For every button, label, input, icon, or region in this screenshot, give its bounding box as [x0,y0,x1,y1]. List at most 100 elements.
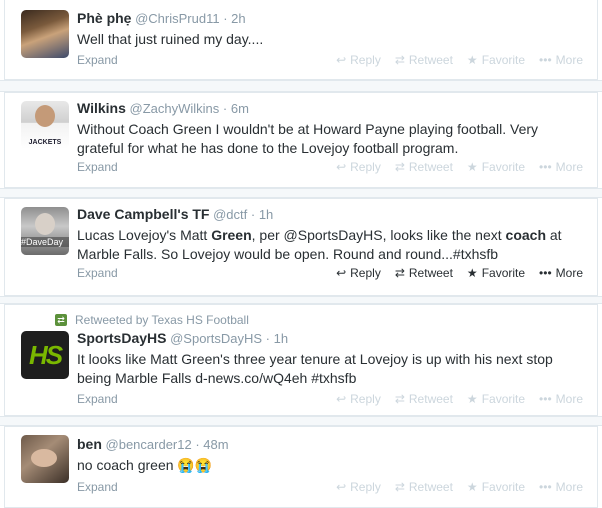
reply-label: Reply [350,392,381,406]
reply-label: Reply [350,266,381,280]
more-button[interactable]: ••• More [539,159,583,175]
tweet-footer: Expand ↩ Reply ⇄ Retweet ★ Favorite ••• More [77,265,583,281]
reply-button[interactable]: ↩ Reply [336,391,381,407]
retweet-badge-icon: ⇄ [55,314,67,326]
more-button[interactable]: ••• More [539,479,583,495]
favorite-button[interactable]: ★ Favorite [467,391,525,407]
username[interactable]: @bencarder12 [106,437,192,452]
reply-button[interactable]: ↩ Reply [336,52,381,68]
tweet-actions: ↩ Reply ⇄ Retweet ★ Favorite ••• More [336,52,583,68]
expand-link[interactable]: Expand [77,52,118,68]
retweet-label: Retweet [408,480,453,494]
timestamp[interactable]: · 1h [266,331,288,346]
reply-button[interactable]: ↩ Reply [336,159,381,175]
tweet-header: Phè phẹ @ChrisPrud11 · 2h [77,9,585,28]
more-label: More [555,480,583,494]
timestamp[interactable]: · 48m [195,437,228,452]
favorite-button[interactable]: ★ Favorite [467,479,525,495]
tweet-header: Dave Campbell's TF @dctf · 1h [77,205,585,224]
retweet-button[interactable]: ⇄ Retweet [395,265,453,281]
more-button[interactable]: ••• More [539,52,583,68]
ellipsis-icon: ••• [539,160,552,174]
favorite-label: Favorite [481,53,526,67]
expand-link[interactable]: Expand [77,265,118,281]
retweeted-by-label[interactable]: Retweeted by Texas HS Football [75,313,249,327]
avatar-logo-text: HS [28,340,63,370]
more-button[interactable]: ••• More [539,265,583,281]
username[interactable]: @ZachyWilkins [130,101,220,116]
text-segment: Lucas Lovejoy's Matt [77,227,212,243]
highlight-keyword: Green [211,227,252,243]
tweet-header: SportsDayHS @SportsDayHS · 1h [77,329,585,348]
retweet-label: Retweet [408,160,453,174]
highlight-keyword: coach [505,227,546,243]
timeline-gap [0,80,602,92]
retweet-label: Retweet [408,266,453,280]
fullname[interactable]: Dave Campbell's TF [77,206,209,222]
tweet-text: Lucas Lovejoy's Matt Green, per @SportsD… [77,226,585,264]
retweet-button[interactable]: ⇄ Retweet [395,159,453,175]
more-button[interactable]: ••• More [539,391,583,407]
fullname[interactable]: ben [77,436,102,452]
reply-button[interactable]: ↩ Reply [336,265,381,281]
avatar[interactable] [21,435,69,483]
tweet-actions: ↩ Reply ⇄ Retweet ★ Favorite ••• More [336,479,583,495]
reply-button[interactable]: ↩ Reply [336,479,381,495]
fullname[interactable]: Wilkins [77,100,126,116]
retweet-label: Retweet [408,53,453,67]
retweet-icon: ⇄ [394,266,405,280]
avatar[interactable] [21,10,69,58]
retweet-button[interactable]: ⇄ Retweet [395,52,453,68]
tweet-footer: Expand ↩ Reply ⇄ Retweet ★ Favorite ••• More [77,159,583,175]
expand-link[interactable]: Expand [77,391,118,407]
retweet-icon: ⇄ [394,160,405,174]
tweet[interactable]: ⇄ Retweeted by Texas HS Football HS Spor… [4,304,598,416]
tweet-header: Wilkins @ZachyWilkins · 6m [77,99,585,118]
tweet-text: Well that just ruined my day.... [77,31,264,47]
retweet-icon: ⇄ [394,392,405,406]
retweet-icon: ⇄ [394,480,405,494]
timeline-gap [0,296,602,304]
timeline-gap [0,188,602,198]
tweet-text: Without Coach Green I wouldn't be at How… [77,121,539,156]
reply-icon: ↩ [336,480,347,494]
more-label: More [555,392,583,406]
avatar[interactable]: HS [21,331,69,379]
fullname[interactable]: Phè phẹ [77,10,131,26]
favorite-button[interactable]: ★ Favorite [467,265,525,281]
fullname[interactable]: SportsDayHS [77,330,166,346]
tweet[interactable]: ben @bencarder12 · 48m no coach green 😭😭… [4,426,598,508]
star-icon: ★ [466,266,478,280]
timeline-gap [0,416,602,426]
retweet-context: ⇄ Retweeted by Texas HS Football [55,313,249,327]
timestamp[interactable]: · 1h [251,207,273,222]
tweet-header: ben @bencarder12 · 48m [77,435,585,454]
expand-link[interactable]: Expand [77,159,118,175]
favorite-label: Favorite [481,480,526,494]
ellipsis-icon: ••• [539,53,552,67]
avatar-jersey-text: JACKETS [28,139,62,146]
text-segment: , per @SportsDayHS, looks like the next [251,227,506,243]
tweet[interactable]: JACKETS Wilkins @ZachyWilkins · 6m Witho… [4,92,598,188]
avatar[interactable]: #DaveDay [21,207,69,255]
timestamp[interactable]: · 6m [223,101,249,116]
favorite-button[interactable]: ★ Favorite [467,159,525,175]
username[interactable]: @ChrisPrud11 [135,11,220,26]
username[interactable]: @dctf [213,207,247,222]
favorite-label: Favorite [481,266,526,280]
favorite-button[interactable]: ★ Favorite [467,52,525,68]
retweet-button[interactable]: ⇄ Retweet [395,391,453,407]
tweet[interactable]: Phè phẹ @ChrisPrud11 · 2h Well that just… [4,0,598,80]
expand-link[interactable]: Expand [77,479,118,495]
username[interactable]: @SportsDayHS [170,331,262,346]
reply-label: Reply [350,480,381,494]
tweet-actions: ↩ Reply ⇄ Retweet ★ Favorite ••• More [336,265,583,281]
timestamp[interactable]: · 2h [223,11,245,26]
retweet-button[interactable]: ⇄ Retweet [395,479,453,495]
star-icon: ★ [466,392,478,406]
avatar[interactable]: JACKETS [21,101,69,149]
tweet[interactable]: #DaveDay Dave Campbell's TF @dctf · 1h L… [4,198,598,296]
ellipsis-icon: ••• [539,392,552,406]
tweet-footer: Expand ↩ Reply ⇄ Retweet ★ Favorite ••• More [77,391,583,407]
timeline: Phè phẹ @ChrisPrud11 · 2h Well that just… [0,0,602,508]
